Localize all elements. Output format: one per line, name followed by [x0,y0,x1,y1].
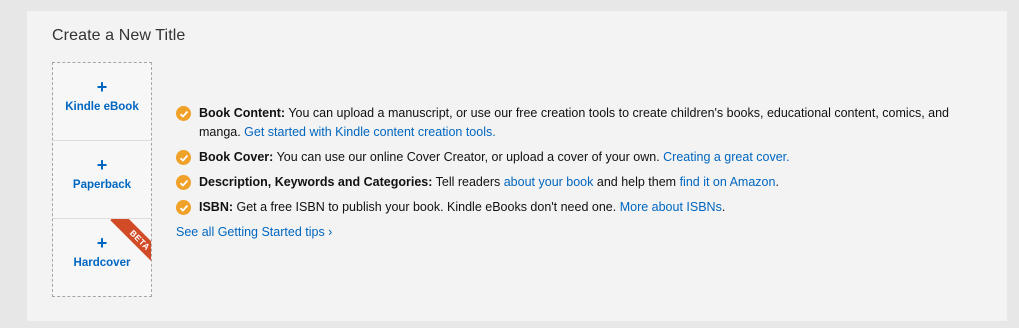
kindle-ebook-button[interactable]: + Kindle eBook [53,63,151,140]
check-circle-icon [176,106,191,121]
content-creation-tools-link[interactable]: Get started with Kindle content creation… [244,125,496,139]
panel-title: Create a New Title [52,27,186,44]
tip-description-keywords: Description, Keywords and Categories: Te… [176,173,976,192]
tip-text: and help them [593,175,680,189]
tip-text: . [721,200,726,214]
tip-text: Get a free ISBN to publish your book. Ki… [233,200,620,214]
tip-heading: Book Cover: [199,150,274,164]
format-selector: + Kindle eBook + Paperback + Hardcover B… [52,62,152,297]
tip-heading: ISBN: [199,200,234,214]
tip-text: . [775,175,779,189]
create-title-panel: Create a New Title + Kindle eBook + Pape… [27,11,1007,321]
see-all-tips-link[interactable]: See all Getting Started tips › [176,223,332,242]
tip-text: Tell readers [432,175,504,189]
plus-icon: + [96,155,108,175]
great-cover-link[interactable]: Creating a great cover. [663,150,789,164]
hardcover-button[interactable]: + Hardcover BETA [53,218,151,296]
check-circle-icon [176,175,191,190]
kindle-ebook-label[interactable]: Kindle eBook [53,101,151,113]
check-circle-icon [176,200,191,215]
check-circle-icon [176,150,191,165]
getting-started-tips: Book Content: You can upload a manuscrip… [176,104,976,242]
find-it-on-amazon-link[interactable]: find it on Amazon [680,175,776,189]
tip-text: You can use our online Cover Creator, or… [273,150,664,164]
more-about-isbns-link[interactable]: More about ISBNs [620,200,722,214]
tip-isbn: ISBN: Get a free ISBN to publish your bo… [176,198,976,217]
about-your-book-link[interactable]: about your book [504,175,594,189]
beta-ribbon: BETA [101,219,151,269]
tip-book-content: Book Content: You can upload a manuscrip… [176,104,976,142]
tip-book-cover: Book Cover: You can use our online Cover… [176,148,976,167]
tip-heading: Book Content: [199,106,286,120]
tip-heading: Description, Keywords and Categories: [199,175,433,189]
plus-icon: + [96,77,108,97]
beta-badge: BETA [110,219,151,269]
paperback-button[interactable]: + Paperback [53,140,151,218]
paperback-label[interactable]: Paperback [53,179,151,191]
